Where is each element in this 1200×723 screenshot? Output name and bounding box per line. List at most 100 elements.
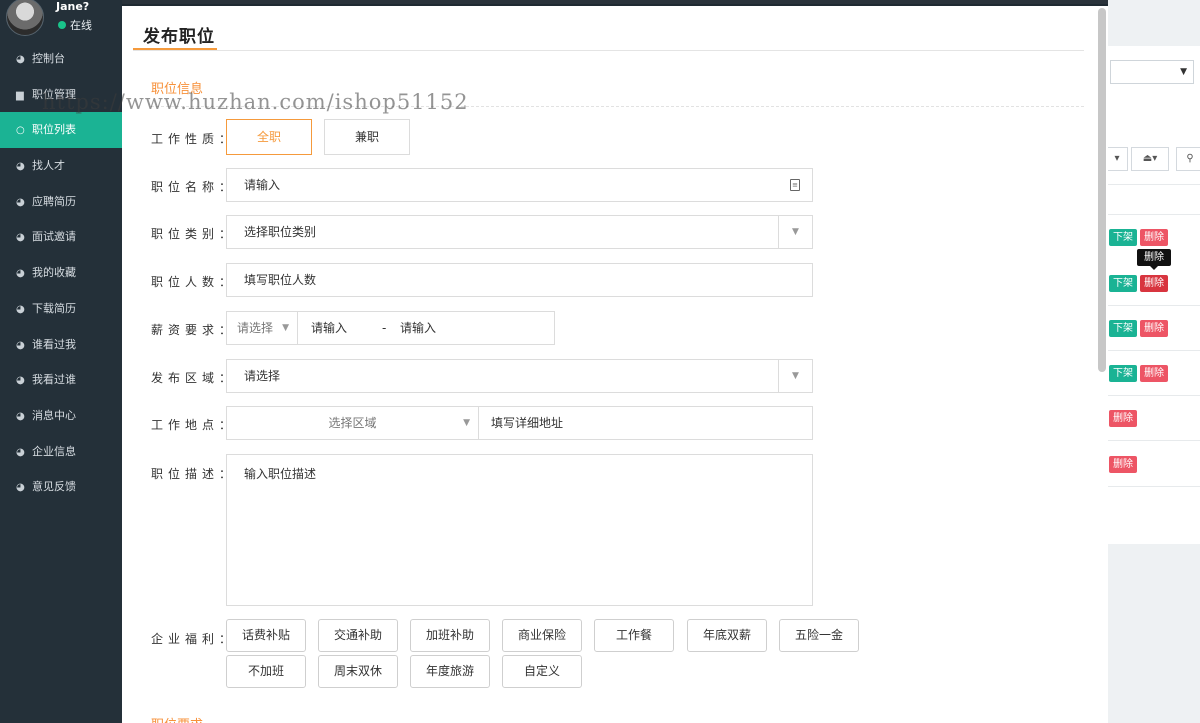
salary-label: 薪资要求： (151, 323, 237, 337)
job-category-value: 选择职位类别 (244, 225, 317, 239)
offline-button[interactable]: 下架 (1109, 365, 1137, 382)
delete-button[interactable]: 删除 (1140, 365, 1168, 382)
dashboard-icon: ◕ (16, 410, 25, 422)
job-nature-fulltime-option[interactable]: 全职 (226, 119, 312, 155)
headcount-label: 职位人数： (151, 275, 237, 289)
region-select[interactable]: 请选择 ▼ (226, 359, 813, 393)
sidebar-item-favorites[interactable]: ◕ 我的收藏 (0, 255, 122, 291)
location-address-placeholder: 填写详细地址 (491, 416, 564, 430)
sidebar-item-dashboard[interactable]: ◕ 控制台 (0, 41, 122, 77)
sidebar-item-downloads[interactable]: ◕ 下载简历 (0, 291, 122, 327)
location-area-select[interactable]: 选择区域 ▼ (226, 406, 479, 440)
background-export-button[interactable]: ⏏▾ (1131, 147, 1169, 171)
job-category-select[interactable]: 选择职位类别 ▼ (226, 215, 813, 249)
benefit-tag[interactable]: 年度旅游 (410, 655, 490, 688)
job-nature-parttime-option[interactable]: 兼职 (324, 119, 410, 155)
benefit-tag[interactable]: 话费补贴 (226, 619, 306, 652)
circle-icon: ○ (16, 125, 25, 137)
sidebar-item-label: 谁看过我 (32, 337, 76, 351)
delete-button[interactable]: 删除 (1109, 410, 1137, 427)
user-panel: Jane? 在线 (0, 0, 122, 40)
benefit-tag[interactable]: 交通补助 (318, 619, 398, 652)
region-label: 发布区域： (151, 371, 237, 385)
dashboard-icon: ◕ (16, 232, 25, 244)
sidebar-item-label: 职位列表 (32, 123, 76, 137)
benefit-tag[interactable]: 加班补助 (410, 619, 490, 652)
document-icon: ≡ (790, 179, 800, 191)
dashboard-icon: ◕ (16, 54, 25, 65)
user-status-text: 在线 (70, 19, 92, 32)
benefit-tag[interactable]: 不加班 (226, 655, 306, 688)
benefit-tag[interactable]: 周末双休 (318, 655, 398, 688)
benefit-tag[interactable]: 商业保险 (502, 619, 582, 652)
caret-down-icon: ▼ (463, 418, 470, 428)
location-label: 工作地点： (151, 418, 237, 432)
headcount-placeholder: 填写职位人数 (244, 273, 317, 287)
background-search-button[interactable]: ⚲ (1176, 147, 1200, 171)
sidebar-item-company-info[interactable]: ◕ 企业信息 (0, 434, 122, 470)
sidebar-item-label: 面试邀请 (32, 230, 76, 244)
user-name: Jane? (56, 0, 90, 13)
table-row (1108, 440, 1200, 441)
table-row (1108, 350, 1200, 351)
avatar[interactable] (6, 0, 44, 36)
modal-scrollbar[interactable] (1098, 8, 1106, 372)
headcount-input[interactable]: 填写职位人数 (226, 263, 813, 297)
job-name-placeholder: 请输入 (244, 178, 281, 192)
dashboard-icon: ◕ (16, 446, 25, 458)
salary-range-input[interactable]: 请输入 - 请输入 (297, 311, 555, 345)
table-row (1108, 305, 1200, 306)
table-row (1108, 486, 1200, 487)
benefit-tag[interactable]: 年底双薪 (687, 619, 767, 652)
offline-button[interactable]: 下架 (1109, 229, 1137, 246)
description-label: 职位描述： (151, 467, 237, 481)
dashboard-icon: ◕ (16, 161, 25, 173)
export-icon: ⏏▾ (1142, 153, 1158, 164)
offline-button[interactable]: 下架 (1109, 320, 1137, 337)
sidebar-item-find-talent[interactable]: ◕ 找人才 (0, 148, 122, 184)
user-status: 在线 (58, 17, 92, 33)
modal-title: 发布职位 (143, 27, 215, 47)
dashboard-icon: ◕ (16, 196, 25, 208)
caret-down-icon: ▼ (1180, 67, 1187, 77)
sidebar-item-label: 消息中心 (32, 408, 76, 422)
offline-button[interactable]: 下架 (1109, 275, 1137, 292)
dashboard-icon: ◕ (16, 303, 25, 315)
benefit-custom-tag[interactable]: 自定义 (502, 655, 582, 688)
sidebar-item-messages[interactable]: ◕ 消息中心 (0, 398, 122, 434)
sidebar-item-label: 企业信息 (32, 444, 76, 458)
delete-button[interactable]: 删除 (1140, 229, 1168, 246)
job-name-input[interactable]: 请输入 ≡ (226, 168, 813, 202)
title-divider (133, 50, 1084, 51)
caret-down-icon: ▼ (282, 323, 289, 333)
delete-button[interactable]: 删除 (1140, 320, 1168, 337)
benefit-tag[interactable]: 工作餐 (594, 619, 674, 652)
delete-button[interactable]: 删除 (1140, 275, 1168, 292)
dashboard-icon: ◕ (16, 375, 25, 387)
sidebar-item-label: 我看过谁 (32, 373, 76, 387)
caret-down-icon: ▼ (778, 360, 812, 392)
url-watermark: https://www.huzhan.com/ishop51152 (42, 90, 469, 114)
sidebar-item-feedback[interactable]: ◕ 意见反馈 (0, 469, 122, 505)
benefit-tag[interactable]: 五险一金 (779, 619, 859, 652)
sidebar-item-label: 应聘简历 (32, 194, 76, 208)
location-address-input[interactable]: 填写详细地址 (478, 406, 813, 440)
salary-type-select[interactable]: 请选择 ▼ (226, 311, 298, 345)
table-row (1108, 395, 1200, 396)
sidebar-item-job-list[interactable]: ○ 职位列表 (0, 112, 122, 149)
briefcase-icon: ▆ (16, 89, 24, 101)
sidebar-item-interviews[interactable]: ◕ 面试邀请 (0, 219, 122, 255)
region-value: 请选择 (244, 369, 281, 383)
description-textarea[interactable]: 输入职位描述 (226, 454, 813, 606)
sidebar-item-label: 下载简历 (32, 301, 76, 315)
background-toolbar-dropdown[interactable]: ▾ (1106, 147, 1128, 171)
delete-button[interactable]: 删除 (1109, 456, 1137, 473)
title-underline (133, 48, 217, 50)
salary-dash: - (382, 321, 387, 335)
sidebar-item-i-viewed[interactable]: ◕ 我看过谁 (0, 362, 122, 398)
background-filter-select[interactable]: ▼ (1110, 60, 1194, 84)
sidebar-item-viewed-me[interactable]: ◕ 谁看过我 (0, 327, 122, 363)
delete-tooltip: 删除 (1137, 249, 1171, 270)
sidebar-item-applications[interactable]: ◕ 应聘简历 (0, 184, 122, 220)
section-title-job-requirements: 职位要求 (151, 714, 203, 723)
